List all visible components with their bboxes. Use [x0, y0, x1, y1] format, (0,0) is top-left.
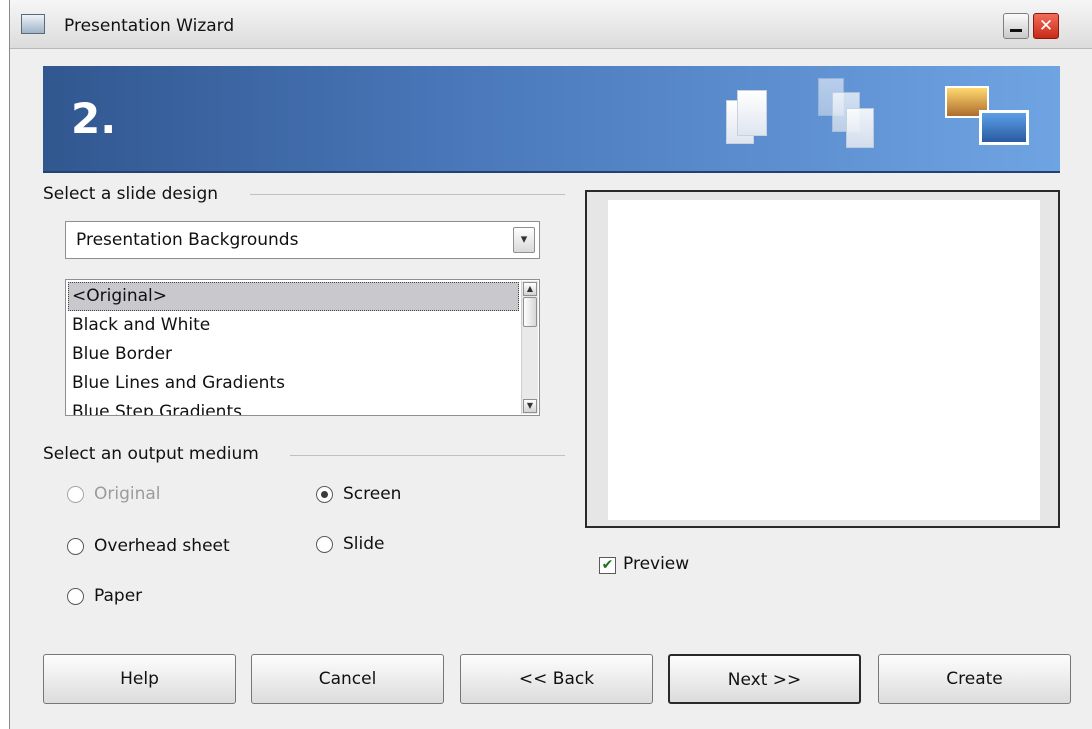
app-icon — [21, 14, 45, 34]
radio-original-label: Original — [94, 484, 161, 504]
radio-circle — [316, 536, 333, 553]
next-button[interactable]: Next >> — [668, 654, 861, 704]
design-category-select[interactable]: Presentation Backgrounds ▾ — [65, 221, 540, 259]
presentation-wizard-window: Presentation Wizard ✕ 2. Select a slide … — [9, 0, 1092, 729]
close-button[interactable]: ✕ — [1033, 13, 1059, 39]
radio-circle — [316, 486, 333, 503]
preview-pane — [585, 190, 1060, 528]
design-listbox[interactable]: <Original> Black and White Blue Border Blue… — [65, 279, 540, 416]
radio-screen-label: Screen — [343, 484, 402, 504]
step-number: 2. — [71, 94, 117, 143]
help-button[interactable]: Help — [43, 654, 236, 704]
design-section-label: Select a slide design — [43, 184, 225, 204]
design-list: <Original> Black and White Blue Border Blue… — [68, 282, 519, 415]
radio-overhead-sheet-label: Overhead sheet — [94, 536, 230, 556]
scroll-up-icon[interactable]: ▲ — [523, 282, 537, 296]
checkbox-box: ✔ — [599, 557, 616, 574]
listbox-scrollbar[interactable]: ▲ ▼ — [521, 281, 538, 414]
design-section-divider — [250, 194, 565, 195]
title-bar: Presentation Wizard ✕ — [10, 0, 1092, 49]
create-button[interactable]: Create — [878, 654, 1071, 704]
radio-paper-label: Paper — [94, 586, 143, 606]
output-section-divider — [290, 455, 565, 456]
radio-circle — [67, 486, 84, 503]
list-item[interactable]: Blue Step Gradients — [68, 398, 519, 415]
list-item[interactable]: Black and White — [68, 311, 519, 340]
chevron-down-icon[interactable]: ▾ — [513, 227, 535, 253]
output-section-label: Select an output medium — [43, 444, 265, 464]
list-item[interactable]: Blue Border — [68, 340, 519, 369]
list-item[interactable]: Blue Lines and Gradients — [68, 369, 519, 398]
preview-canvas — [608, 200, 1040, 520]
radio-circle — [67, 588, 84, 605]
back-button[interactable]: << Back — [460, 654, 653, 704]
list-item[interactable]: <Original> — [68, 282, 519, 311]
wizard-banner: 2. — [43, 66, 1060, 173]
minimize-button[interactable] — [1003, 13, 1029, 39]
preview-checkbox-label: Preview — [623, 554, 690, 574]
design-category-value: Presentation Backgrounds — [76, 230, 299, 250]
scroll-thumb[interactable] — [523, 297, 537, 327]
cancel-button[interactable]: Cancel — [251, 654, 444, 704]
window-title: Presentation Wizard — [64, 16, 235, 36]
scroll-down-icon[interactable]: ▼ — [523, 399, 537, 413]
radio-slide-label: Slide — [343, 534, 385, 554]
radio-circle — [67, 538, 84, 555]
